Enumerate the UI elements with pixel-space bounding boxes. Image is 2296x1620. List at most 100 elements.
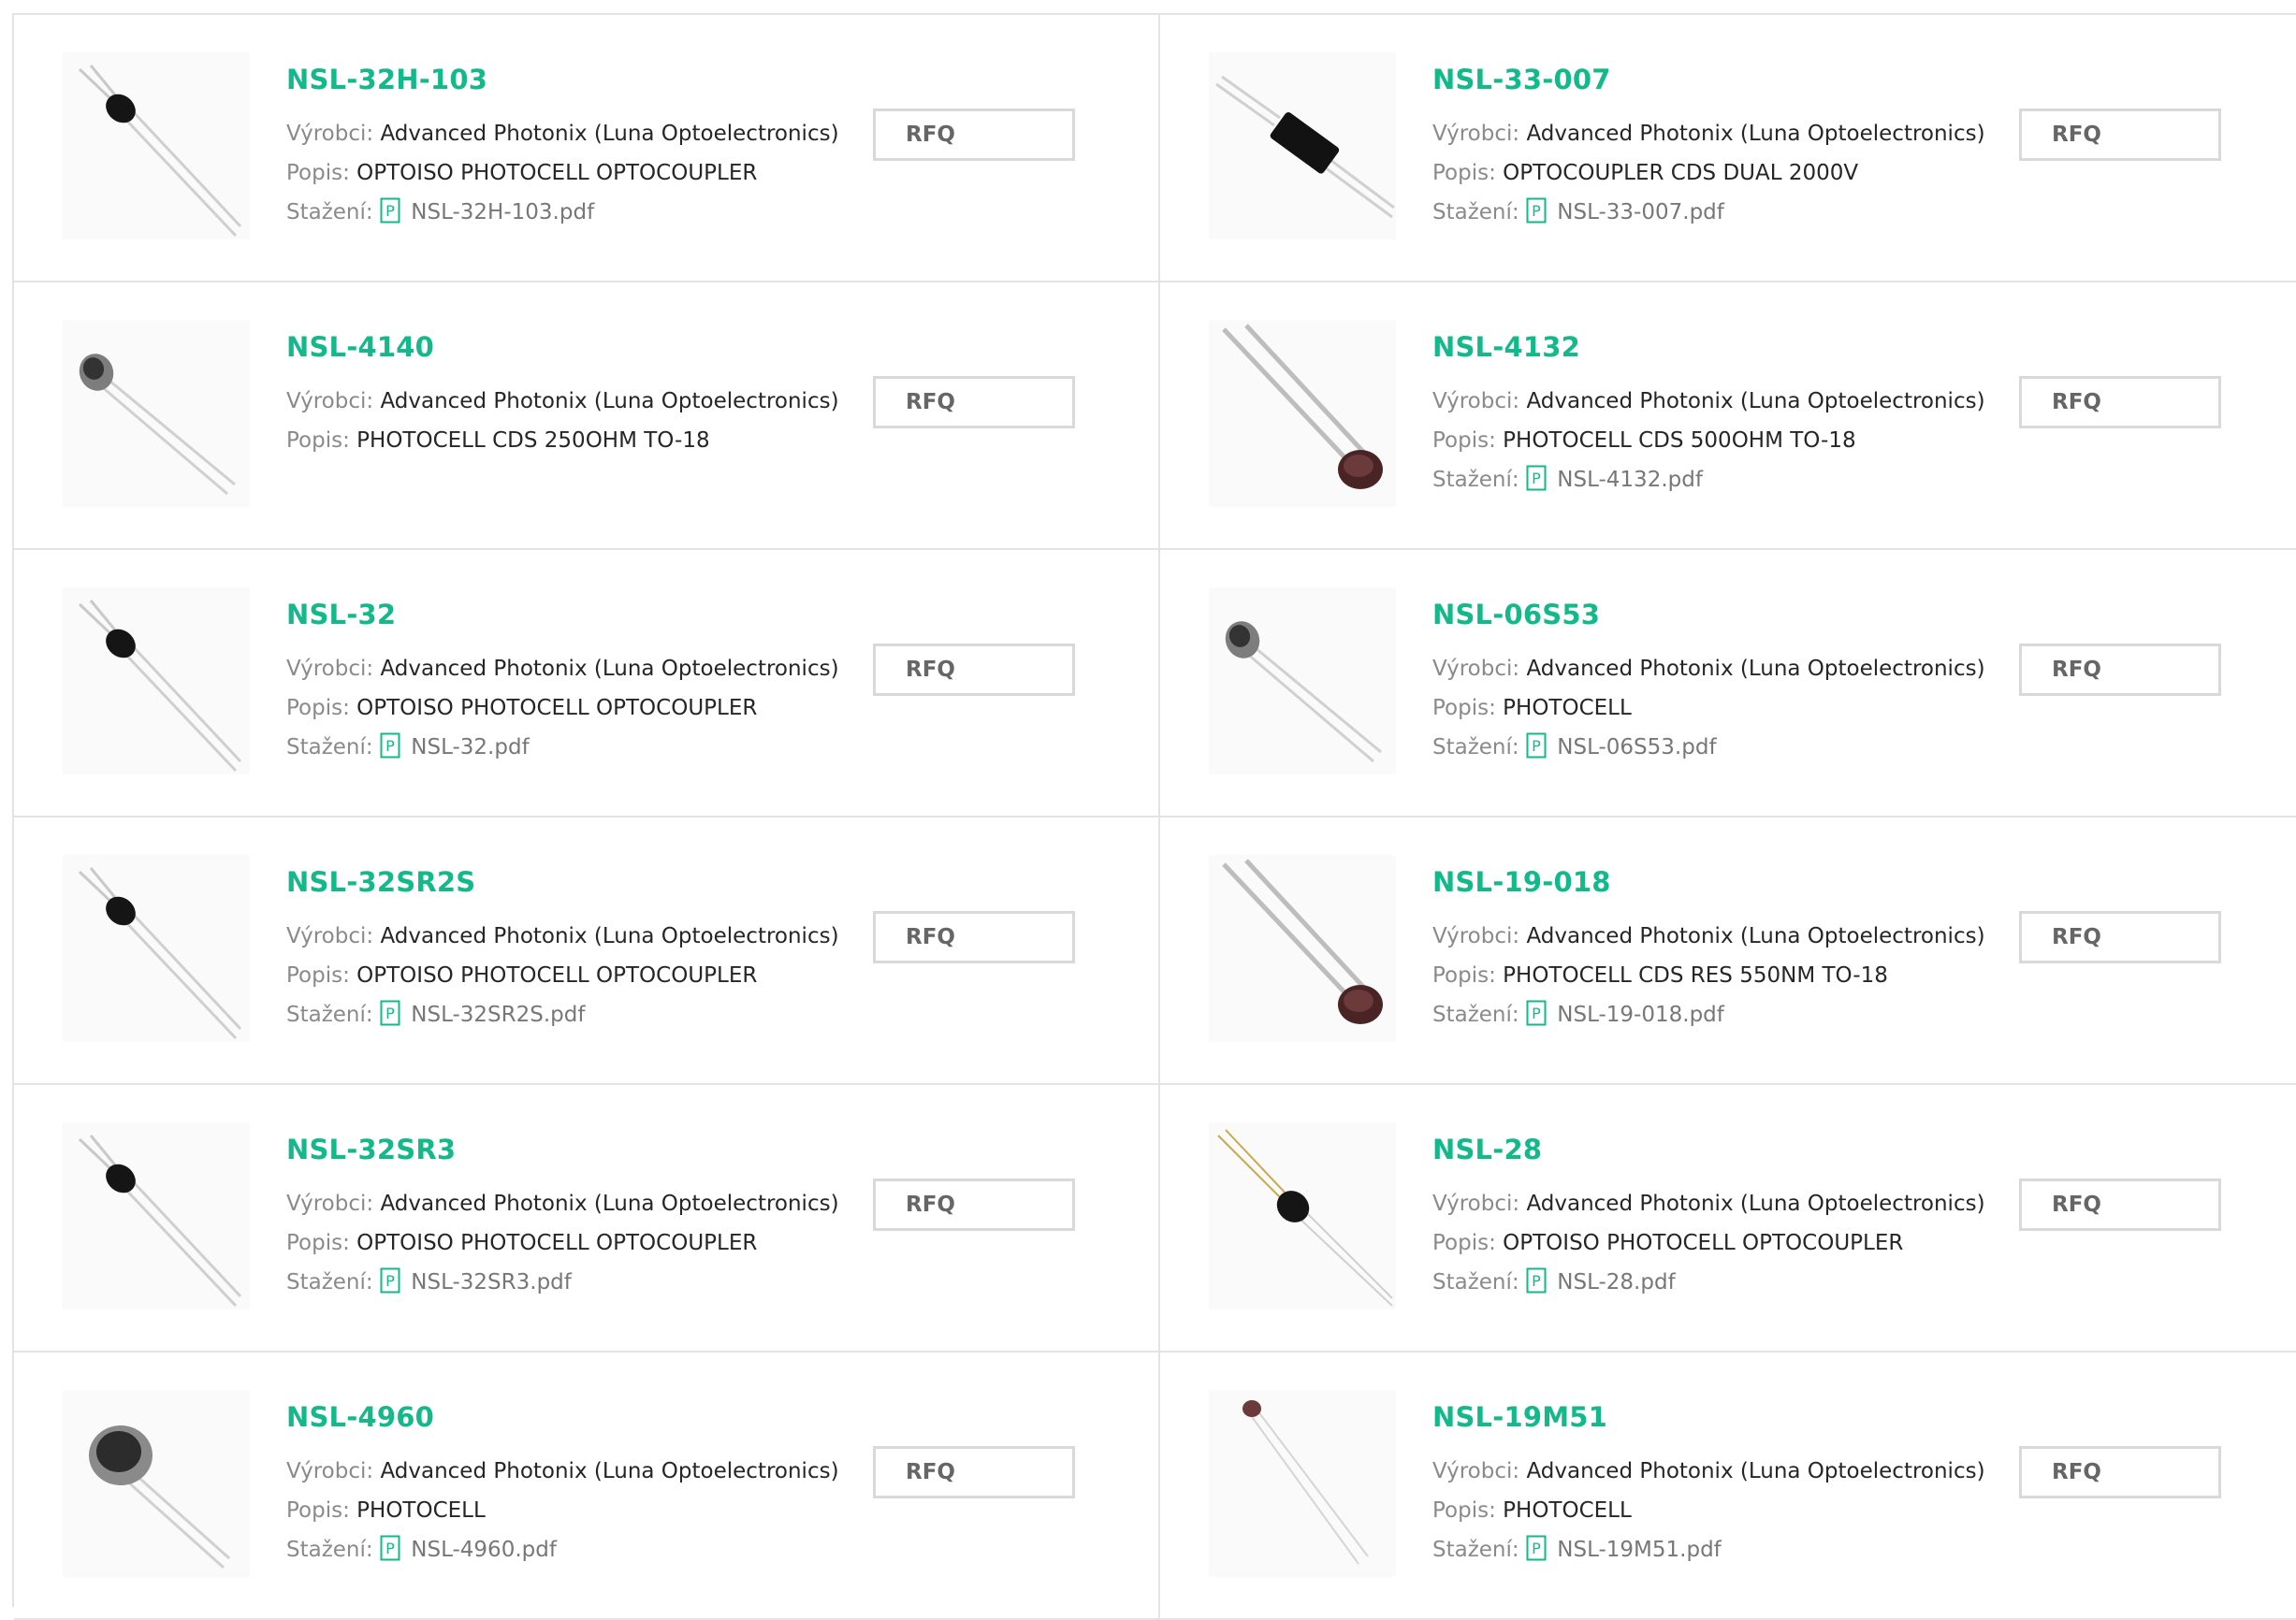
rfq-button[interactable]: RFQ — [873, 1446, 1075, 1498]
part-number-link[interactable]: NSL-33-007 — [1432, 64, 1985, 95]
manufacturer-row: Výrobci: Advanced Photonix (Luna Optoele… — [286, 1184, 839, 1223]
part-number-link[interactable]: NSL-06S53 — [1432, 599, 1985, 630]
pdf-icon[interactable]: P — [1526, 1267, 1547, 1294]
product-card-nsl-06s53: NSL-06S53 Výrobci: Advanced Photonix (Lu… — [1160, 550, 2296, 817]
pdf-icon[interactable]: P — [1526, 732, 1547, 759]
download-label: Stažení: — [286, 1003, 373, 1027]
mini-photocell-image[interactable] — [1209, 1390, 1396, 1577]
rfq-button[interactable]: RFQ — [873, 911, 1075, 963]
pdf-icon[interactable]: P — [1526, 465, 1547, 491]
download-label: Stažení: — [286, 200, 373, 224]
manufacturer-label: Výrobci: — [1432, 1459, 1520, 1483]
download-row: Stažení: P NSL-4132.pdf — [1432, 460, 1985, 499]
datasheet-pdf-link[interactable]: NSL-19-018.pdf — [1557, 1003, 1724, 1027]
part-number-link[interactable]: NSL-4140 — [286, 331, 839, 363]
manufacturer-value: Advanced Photonix (Luna Optoelectronics) — [380, 389, 839, 413]
part-number-link[interactable]: NSL-4132 — [1432, 331, 1985, 363]
description-label: Popis: — [286, 696, 350, 720]
large-photocell-image[interactable] — [63, 1390, 250, 1577]
rfq-button[interactable]: RFQ — [2019, 1179, 2221, 1231]
svg-text:P: P — [1532, 737, 1541, 755]
manufacturer-label: Výrobci: — [1432, 657, 1520, 681]
product-info: NSL-19M51 Výrobci: Advanced Photonix (Lu… — [1432, 1401, 1985, 1569]
product-info: NSL-32SR3 Výrobci: Advanced Photonix (Lu… — [286, 1134, 839, 1302]
to18-photocell-image[interactable] — [1209, 587, 1396, 774]
pdf-icon[interactable]: P — [380, 197, 400, 224]
manufacturer-value: Advanced Photonix (Luna Optoelectronics) — [1526, 924, 1985, 948]
part-number-link[interactable]: NSL-32SR3 — [286, 1134, 839, 1165]
download-label: Stažení: — [286, 1270, 373, 1295]
download-row: Stažení: P NSL-32SR3.pdf — [286, 1263, 839, 1302]
rfq-button[interactable]: RFQ — [2019, 911, 2221, 963]
rfq-button[interactable]: RFQ — [2019, 1446, 2221, 1498]
part-number-link[interactable]: NSL-19M51 — [1432, 1401, 1985, 1433]
manufacturer-value: Advanced Photonix (Luna Optoelectronics) — [380, 657, 839, 681]
datasheet-pdf-link[interactable]: NSL-32.pdf — [411, 735, 529, 759]
datasheet-pdf-link[interactable]: NSL-33-007.pdf — [1557, 200, 1724, 224]
download-row: Stažení: P NSL-32H-103.pdf — [286, 193, 839, 232]
manufacturer-row: Výrobci: Advanced Photonix (Luna Optoele… — [1432, 1184, 1985, 1223]
part-number-link[interactable]: NSL-32H-103 — [286, 64, 839, 95]
rfq-button[interactable]: RFQ — [873, 644, 1075, 696]
manufacturer-value: Advanced Photonix (Luna Optoelectronics) — [1526, 122, 1985, 146]
product-info: NSL-06S53 Výrobci: Advanced Photonix (Lu… — [1432, 599, 1985, 767]
pdf-icon[interactable]: P — [1526, 1535, 1547, 1561]
pdf-icon[interactable]: P — [1526, 197, 1547, 224]
download-label: Stažení: — [1432, 1538, 1519, 1562]
description-row: Popis: OPTOISO PHOTOCELL OPTOCOUPLER — [286, 688, 839, 728]
description-label: Popis: — [1432, 161, 1496, 185]
to18-photocell-image[interactable] — [63, 320, 250, 507]
ldr-photocell-image[interactable] — [1209, 855, 1396, 1042]
rfq-button[interactable]: RFQ — [2019, 108, 2221, 161]
rfq-button[interactable]: RFQ — [873, 108, 1075, 161]
pdf-icon[interactable]: P — [380, 1000, 400, 1026]
datasheet-pdf-link[interactable]: NSL-28.pdf — [1557, 1270, 1675, 1295]
optocoupler-image[interactable] — [63, 1122, 250, 1309]
datasheet-pdf-link[interactable]: NSL-06S53.pdf — [1557, 735, 1716, 759]
rfq-button[interactable]: RFQ — [2019, 644, 2221, 696]
manufacturer-value: Advanced Photonix (Luna Optoelectronics) — [380, 1459, 839, 1483]
description-row: Popis: OPTOCOUPLER CDS DUAL 2000V — [1432, 153, 1985, 193]
datasheet-pdf-link[interactable]: NSL-32H-103.pdf — [411, 200, 594, 224]
download-label: Stažení: — [1432, 1003, 1519, 1027]
optocoupler-image[interactable] — [63, 52, 250, 239]
svg-text:P: P — [1532, 1272, 1541, 1290]
four-lead-optocoupler-image[interactable] — [1209, 1122, 1396, 1309]
pdf-icon[interactable]: P — [380, 732, 400, 759]
optocoupler-image[interactable] — [63, 855, 250, 1042]
product-info: NSL-33-007 Výrobci: Advanced Photonix (L… — [1432, 64, 1985, 232]
description-value: PHOTOCELL — [1503, 1498, 1632, 1523]
datasheet-pdf-link[interactable]: NSL-4132.pdf — [1557, 468, 1703, 492]
datasheet-pdf-link[interactable]: NSL-32SR2S.pdf — [411, 1003, 585, 1027]
optocoupler-image[interactable] — [63, 587, 250, 774]
rfq-button[interactable]: RFQ — [873, 1179, 1075, 1231]
datasheet-pdf-link[interactable]: NSL-19M51.pdf — [1557, 1538, 1722, 1562]
manufacturer-label: Výrobci: — [286, 657, 374, 681]
part-number-link[interactable]: NSL-28 — [1432, 1134, 1985, 1165]
download-label: Stažení: — [286, 1538, 373, 1562]
download-row: Stažení: P NSL-33-007.pdf — [1432, 193, 1985, 232]
ldr-photocell-image[interactable] — [1209, 320, 1396, 507]
pdf-icon[interactable]: P — [380, 1535, 400, 1561]
product-card-nsl-4132: NSL-4132 Výrobci: Advanced Photonix (Lun… — [1160, 282, 2296, 550]
download-row: Stažení: P NSL-06S53.pdf — [1432, 728, 1985, 767]
part-number-link[interactable]: NSL-19-018 — [1432, 866, 1985, 898]
dual-optocoupler-image[interactable] — [1209, 52, 1396, 239]
part-number-link[interactable]: NSL-32 — [286, 599, 839, 630]
product-info: NSL-4132 Výrobci: Advanced Photonix (Lun… — [1432, 331, 1985, 499]
datasheet-pdf-link[interactable]: NSL-4960.pdf — [411, 1538, 557, 1562]
manufacturer-row: Výrobci: Advanced Photonix (Luna Optoele… — [1432, 917, 1985, 956]
description-row: Popis: OPTOISO PHOTOCELL OPTOCOUPLER — [286, 956, 839, 995]
download-row: Stažení: P NSL-32.pdf — [286, 728, 839, 767]
pdf-icon[interactable]: P — [1526, 1000, 1547, 1026]
rfq-button[interactable]: RFQ — [2019, 376, 2221, 428]
datasheet-pdf-link[interactable]: NSL-32SR3.pdf — [411, 1270, 572, 1295]
pdf-icon[interactable]: P — [380, 1267, 400, 1294]
manufacturer-value: Advanced Photonix (Luna Optoelectronics) — [1526, 1459, 1985, 1483]
manufacturer-label: Výrobci: — [1432, 1192, 1520, 1216]
part-number-link[interactable]: NSL-4960 — [286, 1401, 839, 1433]
rfq-button[interactable]: RFQ — [873, 376, 1075, 428]
part-number-link[interactable]: NSL-32SR2S — [286, 866, 839, 898]
manufacturer-label: Výrobci: — [286, 122, 374, 146]
manufacturer-label: Výrobci: — [1432, 122, 1520, 146]
